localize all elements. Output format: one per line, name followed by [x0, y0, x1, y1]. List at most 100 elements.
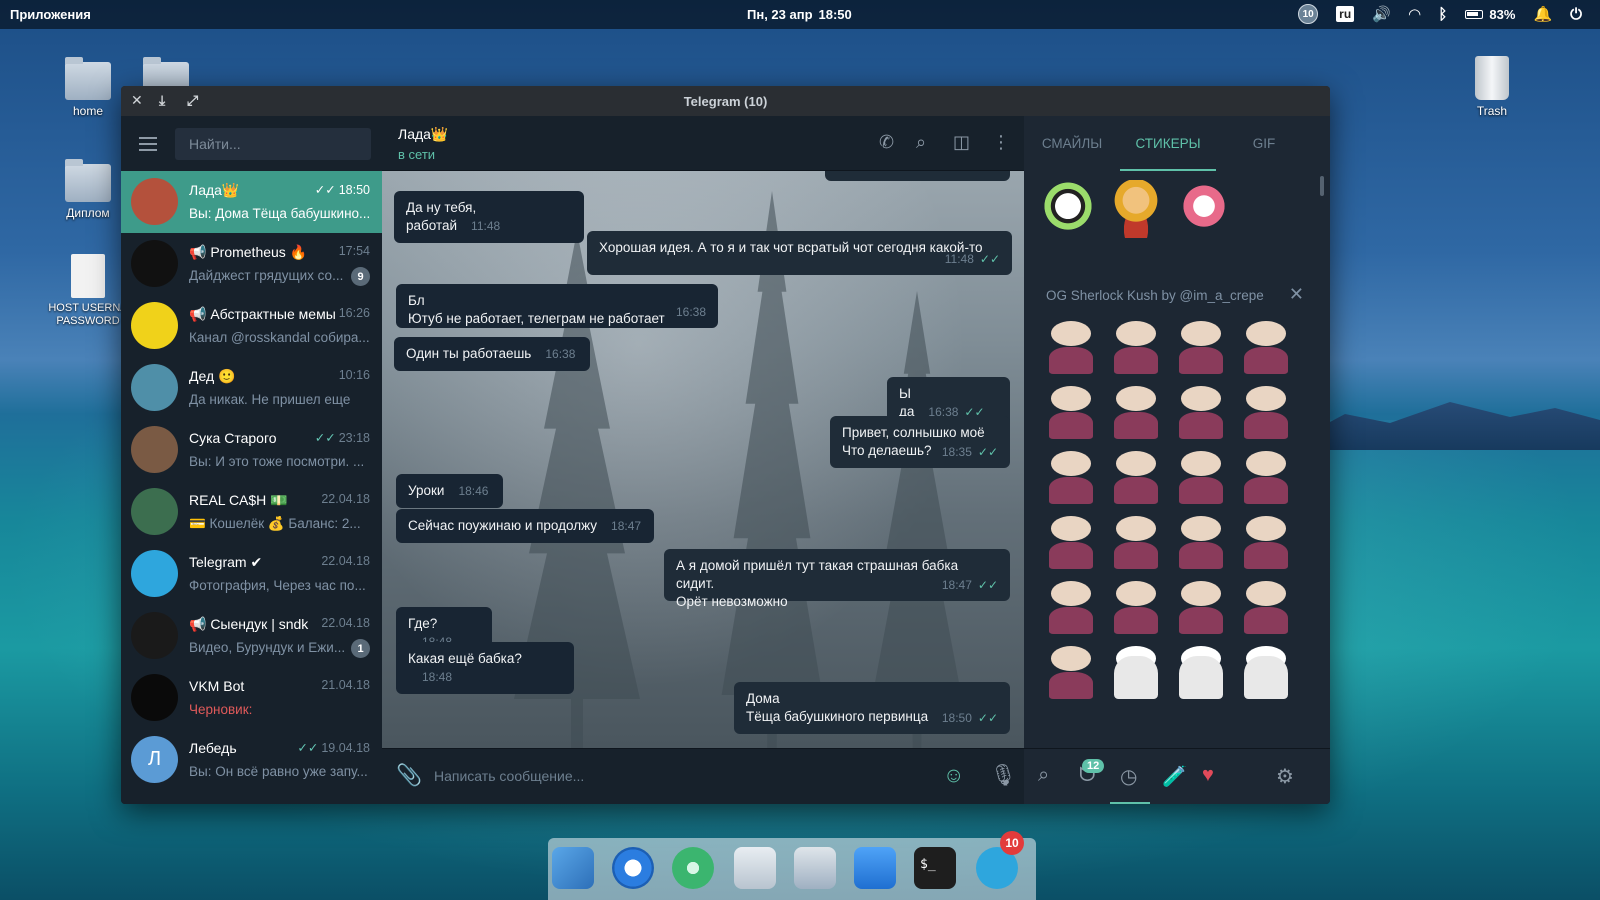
message-bubble[interactable]: Бл Ютуб не работает, телеграм не работае…	[396, 284, 718, 328]
recent-clock-icon[interactable]: ◷	[1120, 764, 1137, 789]
sticker[interactable]	[1235, 511, 1297, 573]
sticker[interactable]	[1040, 511, 1102, 573]
message-bubble[interactable]: А я домой пришёл тут такая страшная бабк…	[664, 549, 1010, 609]
chat-time: ✓✓ 23:18	[314, 431, 370, 445]
sticker[interactable]	[1170, 316, 1232, 378]
applications-menu[interactable]: Приложения	[10, 7, 91, 22]
microphone-icon[interactable]: 🎙	[990, 764, 1017, 788]
chat-list-item[interactable]: 📢 Абстрактные мемы 16:26 Канал @rosskandal…	[121, 295, 382, 357]
close-icon[interactable]: ✕	[131, 92, 143, 109]
terminal-app-icon[interactable]: $_	[914, 847, 956, 889]
chat-list-item[interactable]: 📢 Prometheus 🔥 17:54 Дайджест грядущих со.…	[121, 233, 382, 295]
heart-set-icon[interactable]: ♥	[1202, 764, 1214, 787]
settings-switch-app-icon[interactable]	[734, 847, 776, 889]
sticker[interactable]	[1176, 180, 1232, 238]
message-bubble[interactable]: Да ну тебя, работай 11:48	[394, 191, 584, 243]
power-icon[interactable]: ⏻	[1570, 6, 1582, 23]
message-bubble[interactable]: Уроки 18:46	[396, 474, 503, 508]
sticker[interactable]	[1235, 316, 1297, 378]
files-app-icon[interactable]	[794, 847, 836, 889]
chat-time: 21.04.18	[321, 678, 370, 692]
maximize-icon[interactable]: ⤢	[187, 92, 198, 109]
sticker[interactable]	[1040, 641, 1102, 703]
chromium-app-icon[interactable]	[612, 847, 654, 889]
multitasking-app-icon[interactable]	[552, 847, 594, 889]
message-bubble[interactable]: Какая ещё бабка? 18:48	[396, 642, 574, 694]
sticker[interactable]	[1170, 446, 1232, 508]
wifi-icon[interactable]: ◠	[1409, 5, 1421, 23]
sticker-set-thumb[interactable]: 🧪	[1162, 764, 1187, 789]
message-bubble[interactable]: Привет, солнышко моё Что делаешь? 18:35 ✓✓	[830, 416, 1010, 468]
search-input[interactable]: Найти...	[175, 127, 371, 160]
sticker[interactable]	[1235, 446, 1297, 508]
keyboard-layout-indicator[interactable]: ru	[1336, 6, 1355, 22]
message-list[interactable]: Да ну тебя, работай 11:48 Хорошая идея. А …	[382, 171, 1024, 748]
phone-icon[interactable]: ✆	[879, 132, 894, 153]
more-icon[interactable]: ⋮	[992, 132, 1010, 153]
sticker[interactable]	[1235, 576, 1297, 638]
sticker[interactable]	[1105, 511, 1167, 573]
sticker[interactable]	[1105, 446, 1167, 508]
chat-list-item[interactable]: Сука Старого ✓✓ 23:18 Вы: И это тоже посмот…	[121, 419, 382, 481]
tab-gif[interactable]: GIF	[1216, 116, 1312, 171]
window-title: Telegram (10)	[683, 93, 768, 109]
chat-list-item[interactable]: REAL CA$H 💵 22.04.18 💳 Кошелёк 💰 Баланс: 2…	[121, 481, 382, 543]
sticker[interactable]	[1170, 511, 1232, 573]
atom-app-icon[interactable]	[672, 847, 714, 889]
sticker[interactable]	[1105, 576, 1167, 638]
volume-icon[interactable]: 🔊	[1372, 5, 1391, 23]
sticker[interactable]	[1170, 641, 1232, 703]
sticker[interactable]	[1235, 641, 1297, 703]
chat-list-item[interactable]: Лада👑 ✓✓ 18:50 Вы: Дома Тёща бабушкино...	[121, 171, 382, 233]
bluetooth-icon[interactable]: ᛒ	[1438, 6, 1447, 23]
sticker[interactable]	[1040, 180, 1096, 238]
desktop-icon-diploma[interactable]: Диплом	[48, 159, 128, 220]
sticker[interactable]	[1040, 381, 1102, 443]
sticker[interactable]	[1040, 316, 1102, 378]
sticker[interactable]	[1040, 446, 1102, 508]
message-bubble[interactable]: Сейчас поужинаю и продолжу 18:47	[396, 509, 654, 543]
notification-count-badge[interactable]: 10	[1298, 4, 1319, 24]
search-icon[interactable]: ⌕	[916, 132, 926, 153]
wallpaper-mountains	[1300, 402, 1600, 450]
document-icon	[71, 254, 105, 298]
sidebar-toggle-icon[interactable]: ◫	[953, 132, 970, 153]
desktop-icon-home[interactable]: home	[48, 57, 128, 118]
sticker[interactable]	[1105, 381, 1167, 443]
battery-indicator[interactable]: 83%	[1465, 7, 1515, 22]
desktop-icon-trash[interactable]: Trash	[1452, 56, 1532, 118]
window-titlebar[interactable]: ✕ ⤓ ⤢ Telegram (10)	[121, 86, 1330, 116]
chat-list-item[interactable]: 📢 Сыендук | sndk 22.04.18 Видео, Бурундук …	[121, 605, 382, 667]
chat-list-item[interactable]: Л Лебедь ✓✓ 19.04.18 Вы: Он всё равно уже за…	[121, 729, 382, 791]
gear-icon[interactable]: ⚙	[1276, 764, 1294, 789]
appcenter-app-icon[interactable]	[854, 847, 896, 889]
message-bubble[interactable]: Дома Тёща бабушкиного первинца 18:50 ✓✓	[734, 682, 1010, 734]
sticker[interactable]	[1105, 641, 1167, 703]
chat-list-item[interactable]: Telegram ✔ 22.04.18 Фотография, Через час …	[121, 543, 382, 605]
minimize-icon[interactable]: ⤓	[159, 92, 165, 109]
chat-list-item[interactable]: Дед 🙂 10:16 Да никак. Не пришел еще	[121, 357, 382, 419]
attach-icon[interactable]: 📎	[396, 764, 422, 788]
message-bubble[interactable]: Хорошая идея. А то я и так чот всратый ч…	[587, 231, 1012, 275]
sticker[interactable]	[1108, 180, 1164, 238]
close-icon[interactable]: ✕	[1289, 284, 1304, 305]
chat-list-item[interactable]: VKM Bot 21.04.18 Черновик:	[121, 667, 382, 729]
tab-emoji[interactable]: СМАЙЛЫ	[1024, 116, 1120, 171]
sticker[interactable]	[1040, 576, 1102, 638]
message-input[interactable]: Написать сообщение...	[434, 768, 584, 784]
sticker[interactable]	[1170, 381, 1232, 443]
sticker[interactable]	[1170, 576, 1232, 638]
search-icon[interactable]: ⌕	[1038, 764, 1049, 787]
sticker[interactable]	[1105, 316, 1167, 378]
tab-stickers[interactable]: СТИКЕРЫ	[1120, 116, 1216, 171]
battery-icon	[1465, 9, 1484, 19]
menu-icon[interactable]	[139, 136, 157, 151]
chat-title[interactable]: Лада👑	[398, 126, 448, 143]
desktop-icon-password-file[interactable]: HOST USERNA PASSWORD	[48, 254, 128, 328]
scrollbar[interactable]	[1320, 176, 1324, 196]
sticker[interactable]	[1235, 381, 1297, 443]
bell-icon[interactable]: 🔔	[1533, 5, 1552, 23]
emoji-icon[interactable]: ☺	[943, 764, 964, 788]
message-bubble[interactable]: Один ты работаешь 16:38	[394, 337, 590, 371]
clock[interactable]: Пн, 23 апр 18:50	[747, 7, 852, 22]
